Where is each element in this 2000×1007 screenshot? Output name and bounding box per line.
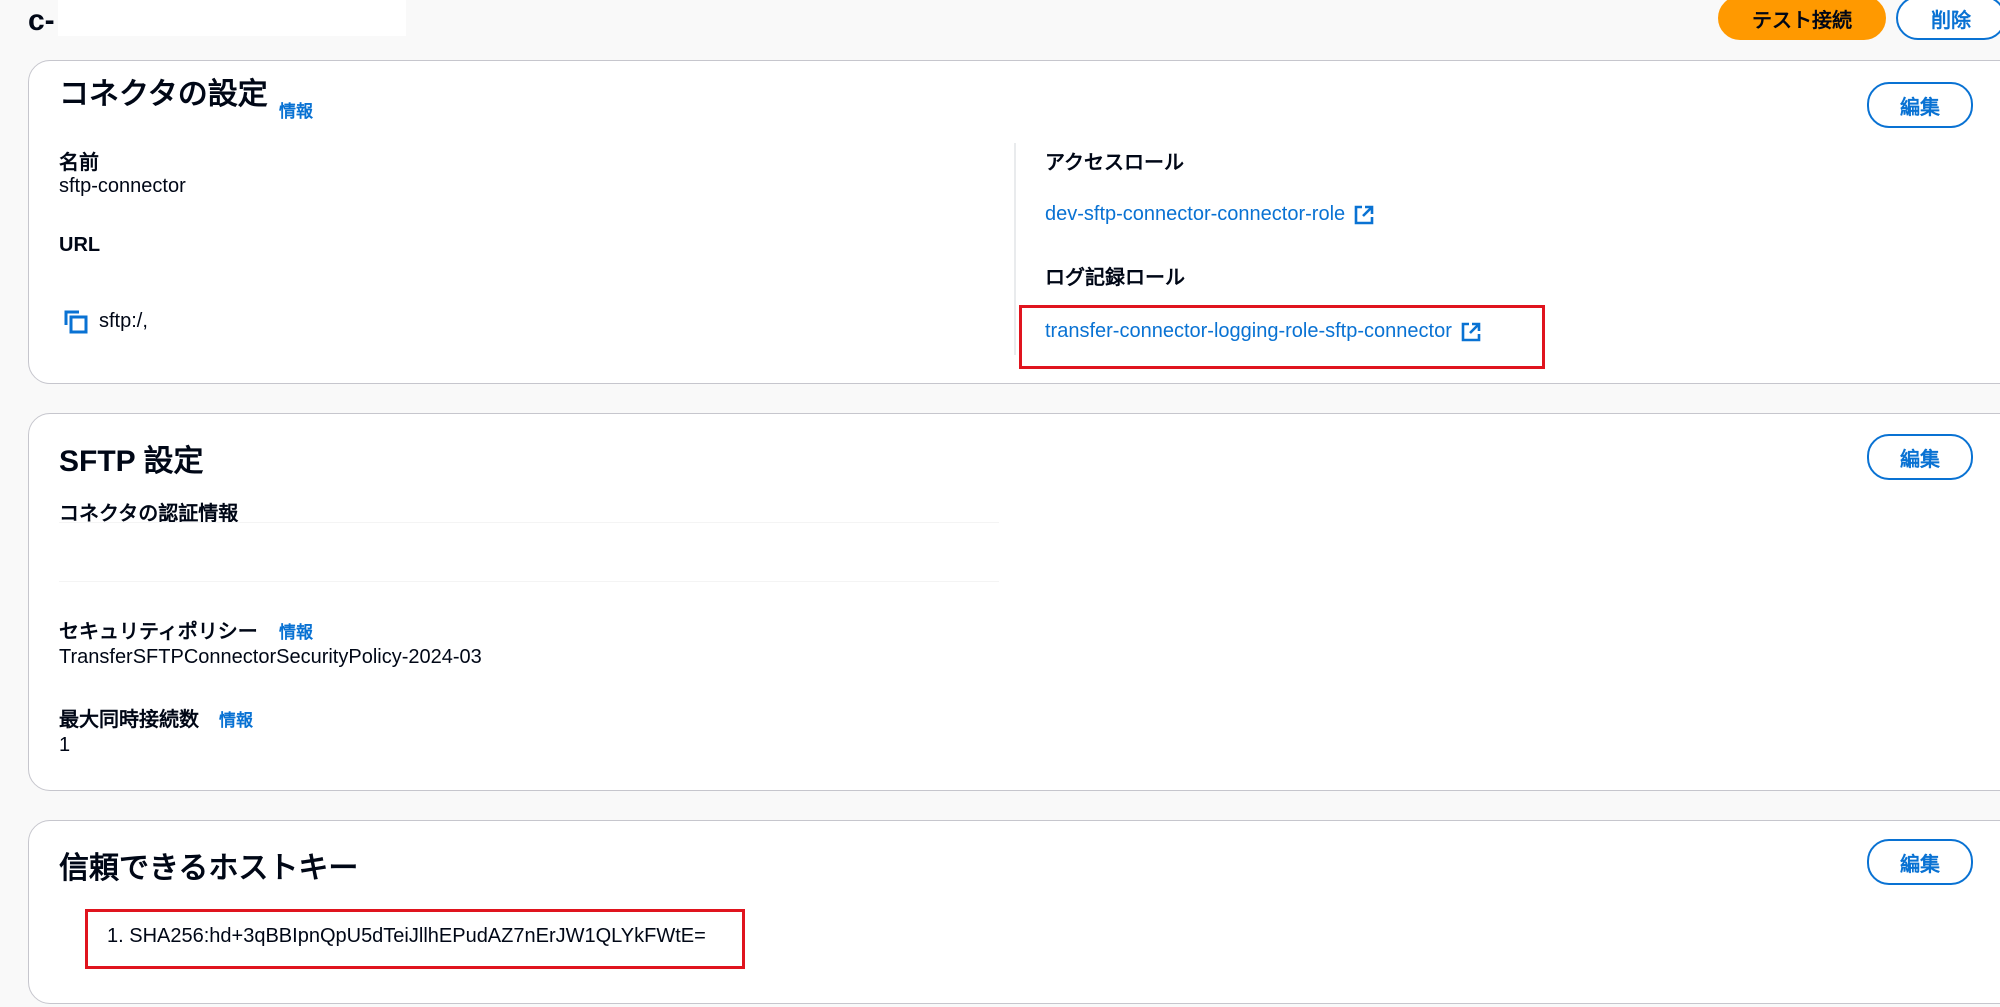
connector-settings-edit-button[interactable]: 編集 bbox=[1867, 82, 1973, 128]
connector-detail-page: c- テスト接続 削除 コネクタの設定 情報 編集 名前 sftp-connec… bbox=[0, 0, 2000, 1007]
delete-button[interactable]: 削除 bbox=[1896, 0, 2000, 40]
connector-settings-card: コネクタの設定 情報 編集 名前 sftp-connector URL sftp… bbox=[28, 60, 2000, 384]
test-connection-button[interactable]: テスト接続 bbox=[1718, 0, 1886, 40]
security-policy-label: セキュリティポリシー bbox=[59, 621, 258, 643]
max-connections-info-link[interactable]: 情報 bbox=[219, 706, 253, 731]
connector-settings-title: コネクタの設定 bbox=[59, 78, 268, 111]
trusted-host-keys-edit-button[interactable]: 編集 bbox=[1867, 839, 1973, 885]
logging-role-label: ログ記録ロール bbox=[1045, 267, 1185, 289]
name-value: sftp-connector bbox=[59, 175, 186, 197]
access-role-link[interactable]: dev-sftp-connector-connector-role bbox=[1045, 203, 1375, 226]
url-value: sftp:/, bbox=[99, 310, 148, 332]
host-key-highlight-box bbox=[85, 909, 745, 969]
redacted-credentials-area bbox=[59, 522, 999, 582]
sftp-settings-edit-button[interactable]: 編集 bbox=[1867, 434, 1973, 480]
security-policy-value: TransferSFTPConnectorSecurityPolicy-2024… bbox=[59, 646, 482, 668]
sftp-settings-title: SFTP 設定 bbox=[59, 445, 204, 478]
logging-role-highlight-box bbox=[1019, 305, 1545, 369]
max-connections-value: 1 bbox=[59, 734, 71, 756]
security-policy-info-link[interactable]: 情報 bbox=[279, 618, 313, 643]
sftp-settings-card: SFTP 設定 編集 コネクタの認証情報 セキュリティポリシー 情報 Trans… bbox=[28, 413, 2000, 791]
connector-settings-info-link[interactable]: 情報 bbox=[279, 97, 313, 122]
trusted-host-keys-title: 信頼できるホストキー bbox=[59, 852, 359, 885]
column-divider bbox=[1014, 143, 1016, 355]
access-role-link-text: dev-sftp-connector-connector-role bbox=[1045, 203, 1346, 225]
name-label: 名前 bbox=[59, 152, 99, 174]
page-title: c- bbox=[28, 4, 55, 37]
external-link-icon bbox=[1354, 205, 1374, 224]
url-label: URL bbox=[59, 234, 101, 256]
access-role-label: アクセスロール bbox=[1045, 152, 1184, 174]
copy-icon[interactable] bbox=[63, 309, 89, 335]
max-connections-label: 最大同時接続数 bbox=[59, 709, 199, 731]
trusted-host-keys-card: 信頼できるホストキー 編集 1. SHA256:hd+3qBBIpnQpU5dT… bbox=[28, 820, 2000, 1004]
redacted-title-area bbox=[58, 0, 406, 36]
